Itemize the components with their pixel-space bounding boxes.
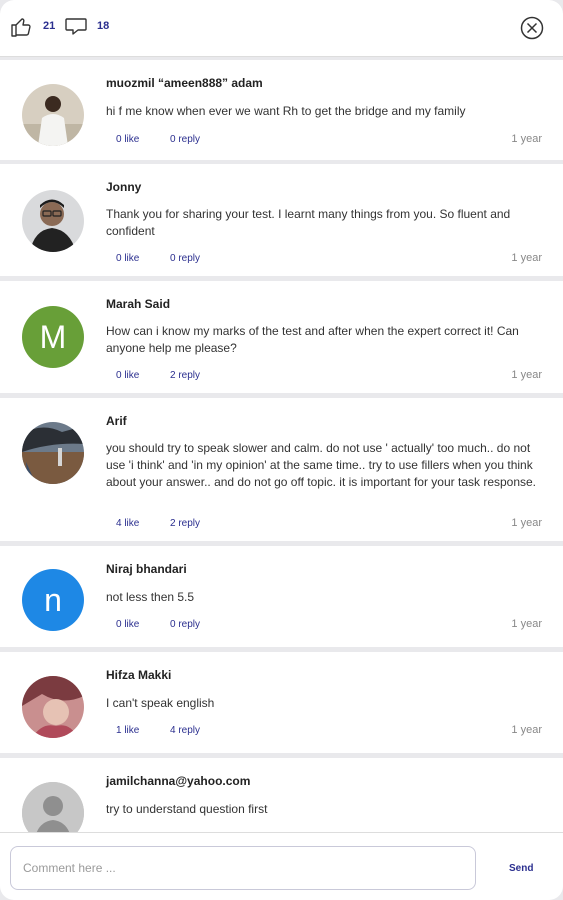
comment-input[interactable]: [10, 846, 476, 890]
comment-item: Hifza Makki I can't speak english 1 like…: [0, 652, 563, 753]
like-button[interactable]: 4 like: [116, 518, 139, 529]
avatar[interactable]: [22, 190, 84, 252]
comment-item: muozmil “ameen888” adam hi f me know whe…: [0, 60, 563, 160]
comment-text: I can't speak english: [106, 696, 215, 710]
reply-button[interactable]: 0 reply: [170, 619, 200, 630]
comment-author: muozmil “ameen888” adam: [106, 76, 263, 90]
default-user-icon: [22, 782, 84, 832]
thumbs-up-icon[interactable]: [10, 16, 34, 38]
reply-button[interactable]: 0 reply: [170, 134, 200, 145]
comment-item: Jonny Thank you for sharing your test. I…: [0, 164, 563, 276]
avatar[interactable]: [22, 676, 84, 738]
comment-time: 1 year: [511, 724, 542, 736]
comment-text: hi f me know when ever we want Rh to get…: [106, 104, 466, 118]
comment-text: try to understand question first: [106, 802, 268, 816]
comment-time: 1 year: [511, 517, 542, 529]
comment-author: Jonny: [106, 180, 142, 194]
comment-author: jamilchanna@yahoo.com: [106, 774, 251, 788]
close-icon[interactable]: [520, 16, 544, 40]
person-white-robe-photo: [22, 84, 84, 146]
avatar[interactable]: n: [22, 569, 84, 631]
comment-item: jamilchanna@yahoo.com try to understand …: [0, 758, 563, 832]
comment-author: Marah Said: [106, 297, 171, 311]
comment-count: 18: [97, 20, 110, 32]
like-button[interactable]: 0 like: [116, 253, 139, 264]
reply-button[interactable]: 0 reply: [170, 253, 200, 264]
comments-header: 21 18: [0, 0, 563, 57]
landscape-photo: [22, 422, 84, 484]
man-with-glasses-photo: [22, 190, 84, 252]
comments-panel: 21 18 muozmil “ameen888” adam hi f me kn…: [0, 0, 563, 900]
comment-author: Niraj bhandari: [106, 562, 187, 576]
like-button[interactable]: 1 like: [116, 725, 139, 736]
comment-list[interactable]: muozmil “ameen888” adam hi f me know whe…: [0, 58, 563, 832]
reply-button[interactable]: 2 reply: [170, 370, 200, 381]
reply-button[interactable]: 2 reply: [170, 518, 200, 529]
comment-text: How can i know my marks of the test and …: [106, 324, 519, 355]
comment-time: 1 year: [511, 252, 542, 264]
like-button[interactable]: 0 like: [116, 134, 139, 145]
comment-bubble-icon[interactable]: [64, 17, 88, 37]
comment-composer: Send: [0, 832, 563, 900]
like-button[interactable]: 0 like: [116, 619, 139, 630]
avatar[interactable]: [22, 782, 84, 832]
comment-time: 1 year: [511, 618, 542, 630]
avatar[interactable]: M: [22, 306, 84, 368]
portrait-photo: [22, 676, 84, 738]
avatar[interactable]: [22, 422, 84, 484]
comment-time: 1 year: [511, 369, 542, 381]
comment-text: you should try to speak slower and calm.…: [106, 441, 537, 489]
comment-author: Arif: [106, 414, 127, 428]
comment-item: M Marah Said How can i know my marks of …: [0, 281, 563, 393]
comment-author: Hifza Makki: [106, 668, 172, 682]
reply-button[interactable]: 4 reply: [170, 725, 200, 736]
comment-item: n Niraj bhandari not less then 5.5 0 lik…: [0, 546, 563, 647]
comment-time: 1 year: [511, 133, 542, 145]
avatar[interactable]: [22, 84, 84, 146]
comment-text: not less then 5.5: [106, 590, 195, 604]
like-button[interactable]: 0 like: [116, 370, 139, 381]
comment-text: Thank you for sharing your test. I learn…: [106, 207, 511, 238]
comment-item: Arif you should try to speak slower and …: [0, 398, 563, 541]
like-count: 21: [43, 20, 56, 32]
send-button[interactable]: Send: [509, 863, 533, 874]
